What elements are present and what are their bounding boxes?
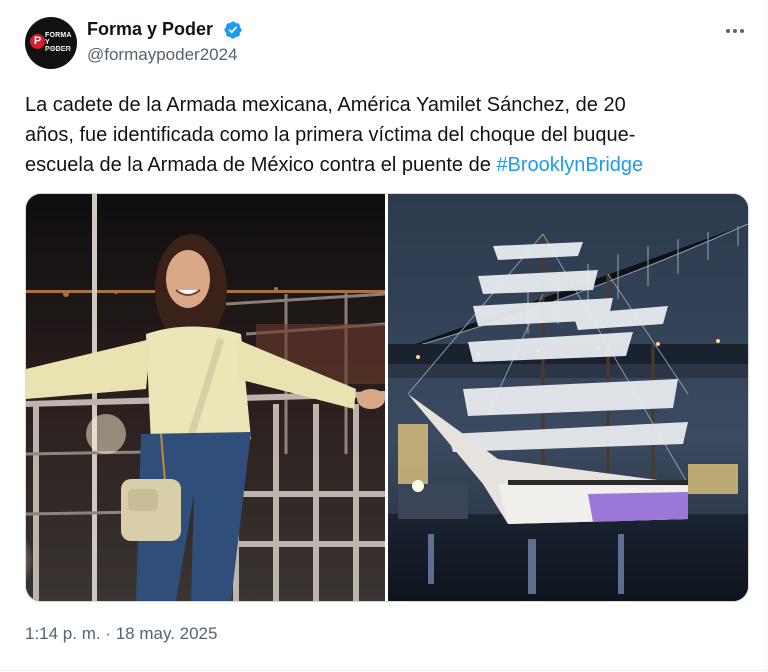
avatar-logo-badge: P — [30, 34, 45, 49]
tweet-text: La cadete de la Armada mexicana, América… — [25, 94, 644, 176]
more-options-icon[interactable] — [720, 18, 750, 44]
hashtag-link[interactable]: #BrooklynBridge — [496, 154, 643, 176]
cadet-photo[interactable] — [26, 194, 385, 601]
author-handle[interactable]: @formaypoder2024 — [87, 45, 238, 65]
avatar-logo-text: FORMA Y PODER — [45, 32, 72, 53]
avatar[interactable]: P FORMA Y PODER — [25, 17, 77, 69]
media-grid — [25, 193, 749, 602]
tweet-card: P FORMA Y PODER Forma y Poder @formaypod… — [0, 0, 767, 671]
tweet-timestamp[interactable]: 1:14 p. m. · 18 may. 2025 — [25, 624, 217, 644]
avatar-logo-underline — [45, 48, 71, 49]
ship-bridge-photo[interactable] — [388, 194, 748, 601]
author-display-name[interactable]: Forma y Poder — [87, 19, 213, 40]
verified-badge-icon[interactable] — [223, 20, 243, 40]
